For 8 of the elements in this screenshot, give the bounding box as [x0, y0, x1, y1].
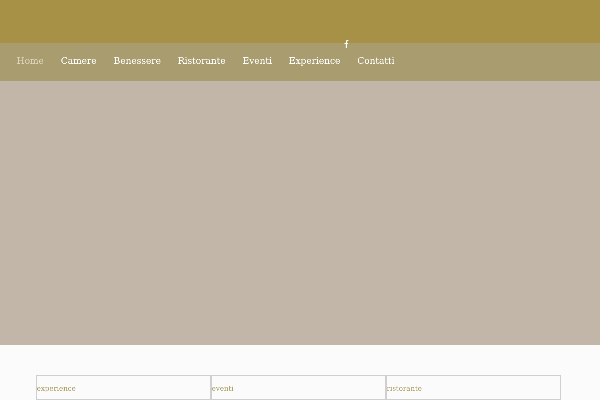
nav-link[interactable]: Experience — [289, 57, 341, 67]
nav-link[interactable]: Eventi — [242, 57, 272, 67]
nav-link[interactable]: Benessere — [114, 57, 162, 67]
nav-link[interactable]: Contatti — [358, 57, 395, 67]
nav-link[interactable]: Ristorante — [178, 57, 226, 67]
facebook-icon[interactable] — [344, 40, 349, 48]
nav-link[interactable]: Camere — [61, 57, 97, 67]
nav-link[interactable]: Home — [17, 57, 44, 67]
